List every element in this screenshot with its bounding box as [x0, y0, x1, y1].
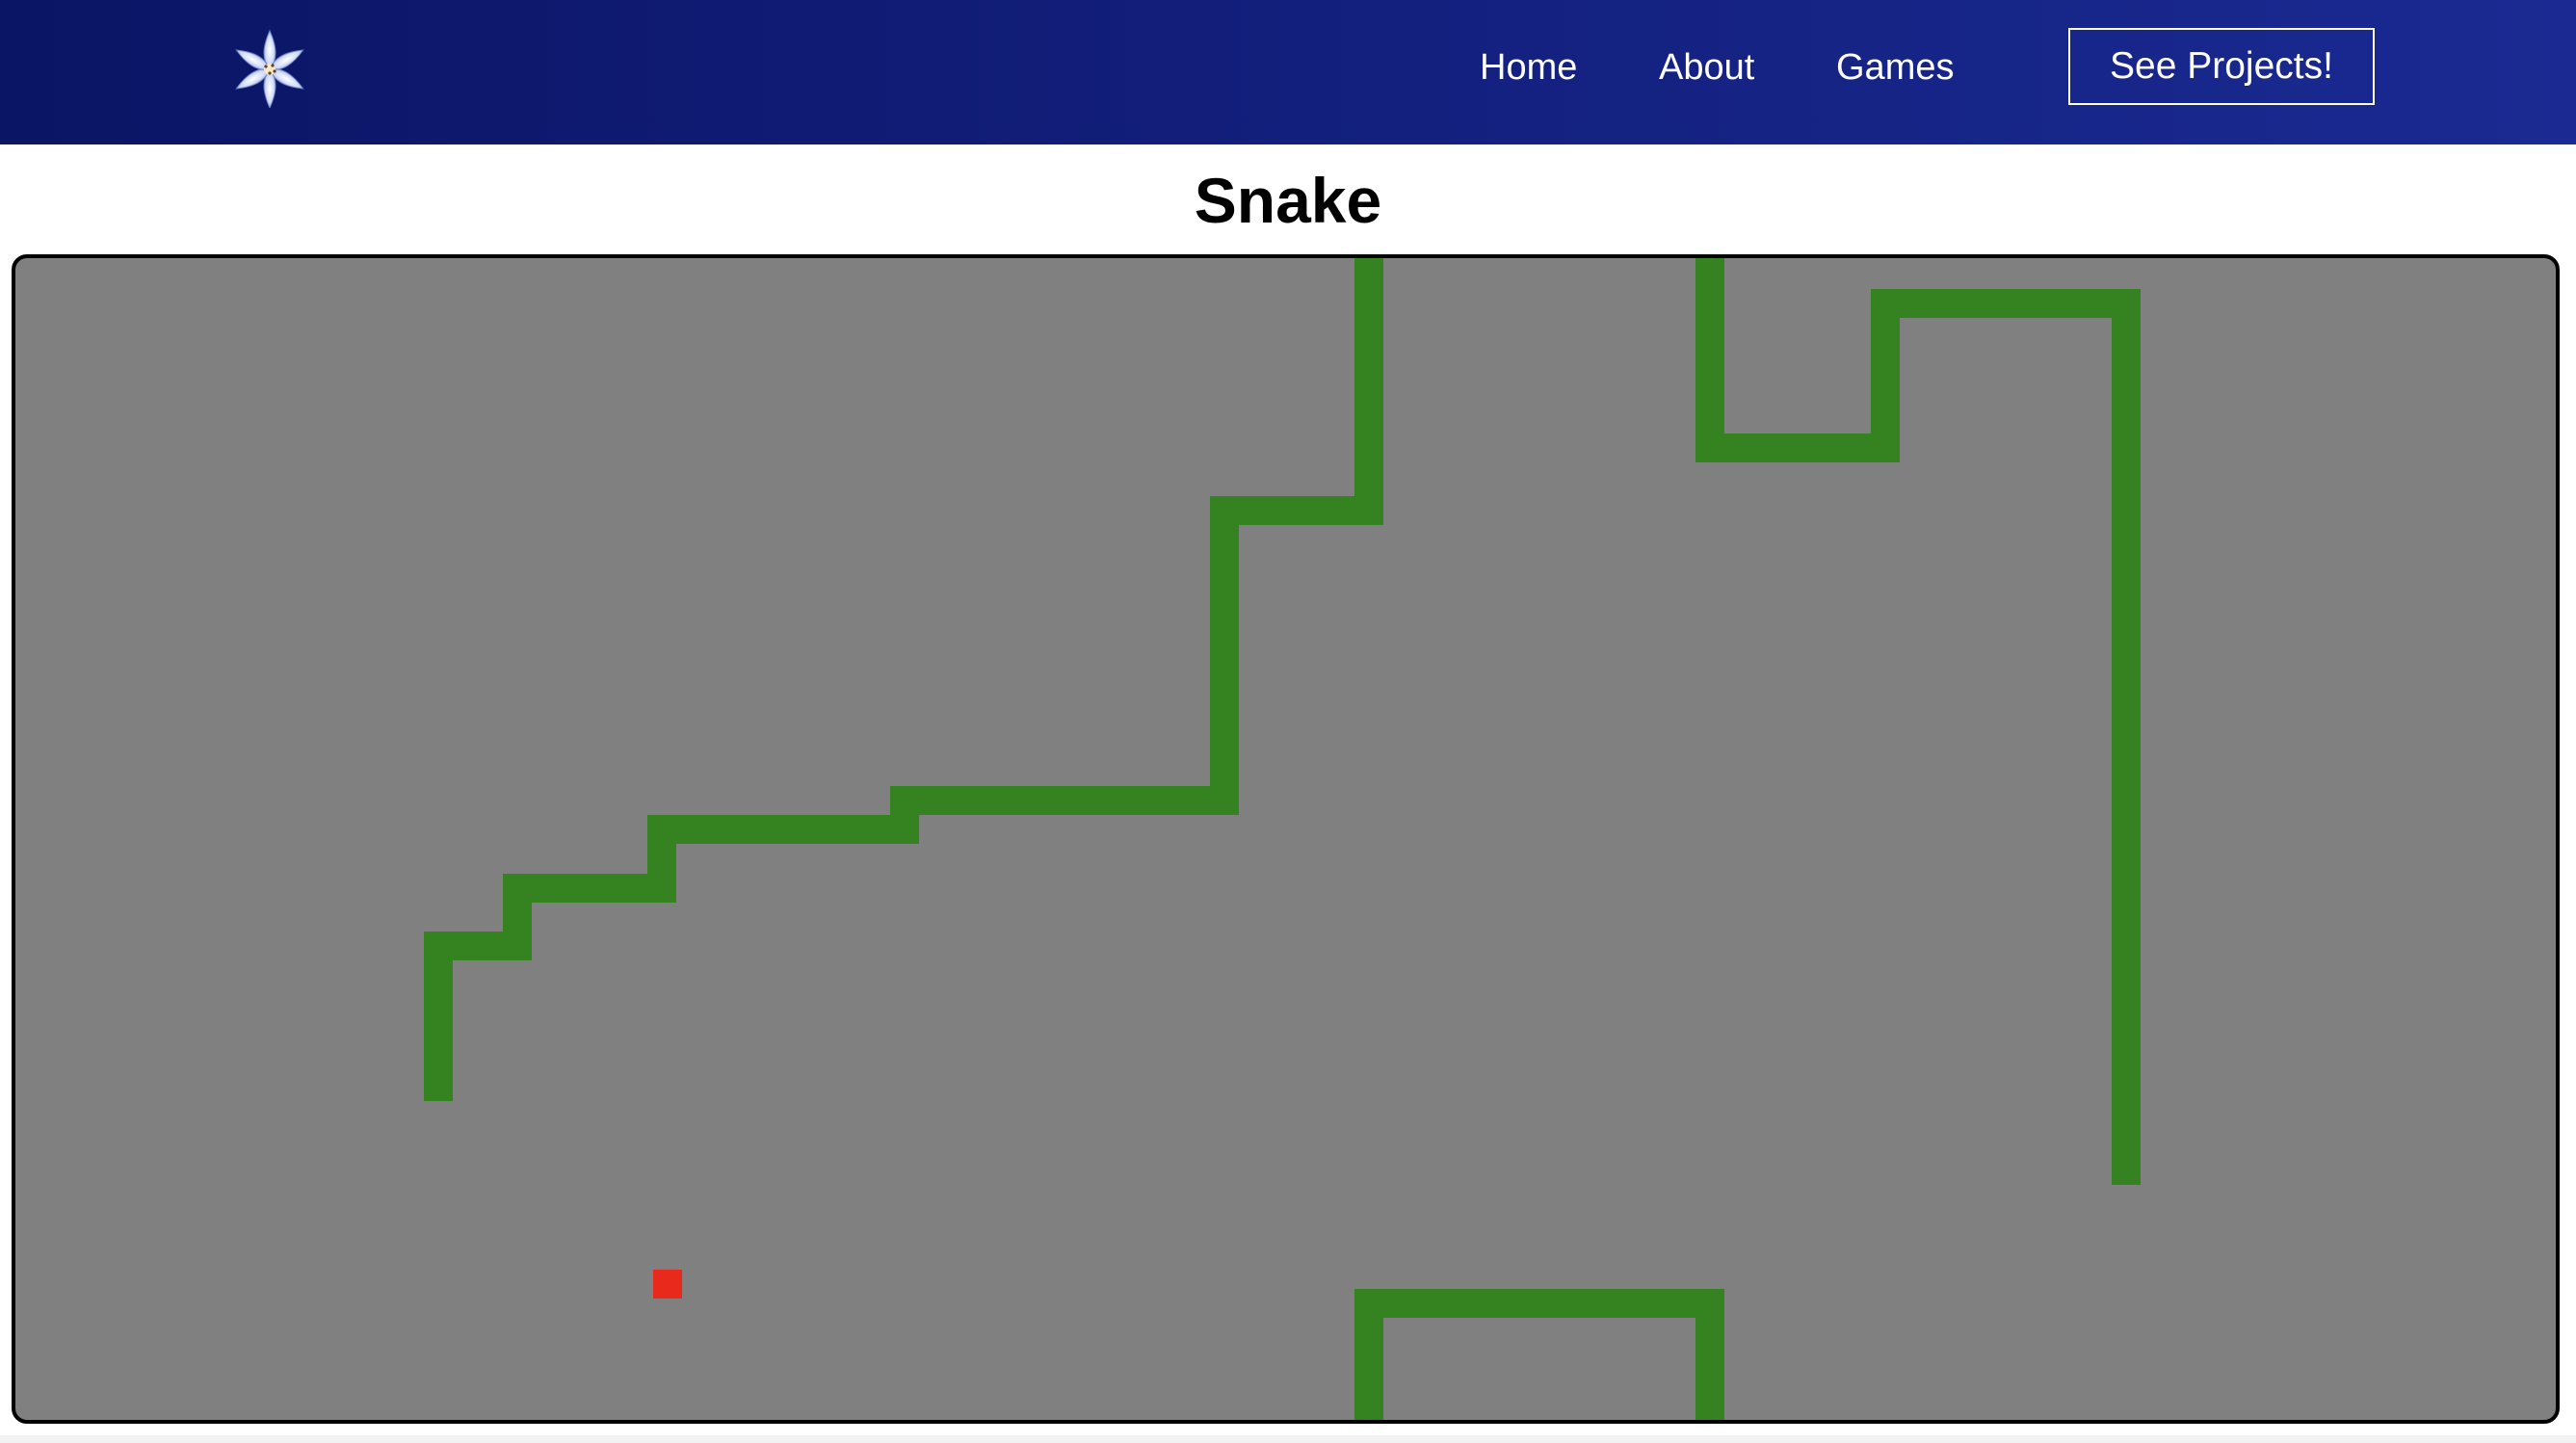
lily-flower-icon[interactable] — [229, 27, 310, 108]
see-projects-button[interactable]: See Projects! — [2068, 28, 2375, 105]
nav-link-games[interactable]: Games — [1836, 43, 1954, 92]
snake-segment — [1695, 258, 1724, 462]
snake-segment — [1695, 1289, 1724, 1420]
nav-link-about[interactable]: About — [1659, 43, 1754, 92]
snake-segment — [1871, 289, 2141, 318]
page-title: Snake — [1194, 165, 1382, 236]
nav-link-home[interactable]: Home — [1480, 43, 1577, 92]
food-pellet — [653, 1270, 682, 1299]
snake-segment — [1695, 433, 1900, 462]
snake-segment — [2112, 289, 2141, 1185]
snake-segment — [1210, 496, 1239, 815]
top-navbar: Home About Games See Projects! — [0, 0, 2576, 144]
snake — [424, 258, 2141, 1420]
snake-segment — [1354, 1289, 1724, 1318]
main-content: Snake — [0, 144, 2576, 1435]
game-board[interactable] — [12, 254, 2560, 1424]
snake-segment — [647, 815, 919, 844]
snake-canvas — [424, 258, 2141, 1420]
snake-segment — [1354, 258, 1383, 525]
snake-segment — [890, 786, 1239, 815]
